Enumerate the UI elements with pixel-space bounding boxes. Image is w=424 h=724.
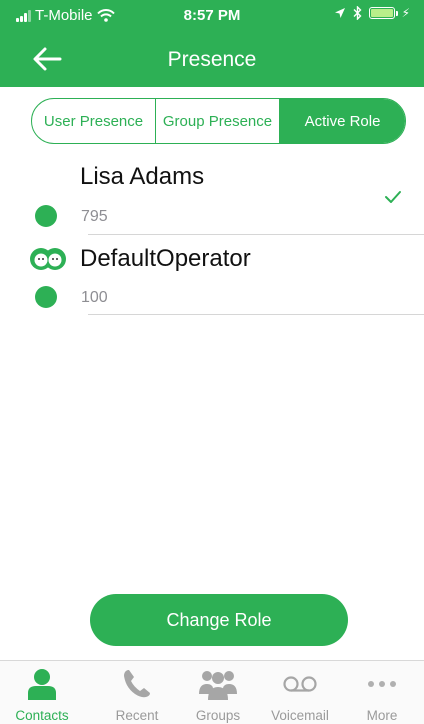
status-bar: T-Mobile 8:57 PM ⚡	[0, 0, 424, 32]
presence-segmented-control: User Presence Group Presence Active Role	[31, 98, 406, 144]
contact-row[interactable]: Lisa Adams 795	[0, 160, 424, 238]
tab-label: Recent	[115, 708, 159, 723]
tab-bar: Contacts Recent Groups Voicemail More	[0, 660, 424, 724]
segment-user-presence[interactable]: User Presence	[32, 99, 155, 143]
presence-status-dot	[35, 205, 57, 227]
groups-icon	[199, 671, 237, 700]
change-role-button[interactable]: Change Role	[90, 594, 348, 646]
more-dots-icon	[368, 681, 396, 687]
back-button[interactable]	[30, 44, 64, 74]
contact-name: DefaultOperator	[80, 245, 251, 272]
tab-groups[interactable]: Groups	[176, 661, 260, 724]
checkmark-icon	[385, 191, 401, 203]
contact-name: Lisa Adams	[80, 163, 205, 190]
contact-number: 795	[81, 208, 108, 225]
row-divider	[88, 314, 424, 315]
location-arrow-icon	[334, 8, 345, 18]
tab-voicemail[interactable]: Voicemail	[258, 661, 342, 724]
contacts-icon	[28, 669, 56, 700]
contact-row[interactable]: DefaultOperator 100	[0, 240, 424, 318]
back-arrow-icon	[33, 47, 62, 71]
tab-label: More	[366, 708, 398, 723]
segment-group-presence[interactable]: Group Presence	[155, 99, 279, 143]
nav-row: Presence	[0, 38, 424, 82]
voicemail-icon	[283, 676, 317, 692]
phone-icon	[124, 670, 150, 698]
charging-icon: ⚡	[401, 6, 410, 20]
header-bar: T-Mobile 8:57 PM ⚡ Presence	[0, 0, 424, 87]
tab-recent[interactable]: Recent	[95, 661, 179, 724]
presence-status-dot	[35, 286, 57, 308]
segment-active-role[interactable]: Active Role	[279, 99, 405, 143]
status-right: ⚡	[334, 6, 410, 20]
tab-label: Voicemail	[271, 708, 329, 723]
bluetooth-icon	[353, 6, 362, 20]
tab-more[interactable]: More	[340, 661, 424, 724]
row-divider	[88, 234, 424, 235]
group-icon	[30, 248, 66, 270]
contact-number: 100	[81, 289, 108, 306]
tab-label: Contacts	[15, 708, 69, 723]
tab-label: Groups	[195, 708, 241, 723]
battery-icon	[368, 7, 398, 19]
tab-contacts[interactable]: Contacts	[0, 661, 84, 724]
